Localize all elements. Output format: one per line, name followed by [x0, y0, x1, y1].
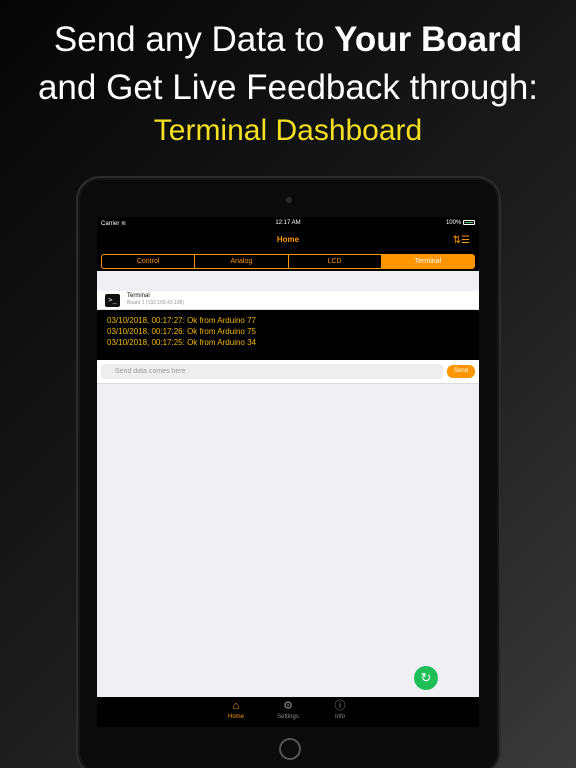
status-time: 12:17 AM — [275, 220, 301, 226]
info-icon: ⓘ — [334, 700, 346, 712]
sort-icon[interactable]: ⇅☰ — [453, 235, 470, 246]
tab-home[interactable]: ⌂ Home — [210, 697, 262, 727]
camera-dot — [286, 197, 292, 203]
home-hardware-button[interactable] — [279, 738, 301, 760]
tab-home-label: Home — [227, 714, 244, 720]
refresh-icon[interactable]: ↻ — [414, 666, 438, 690]
segment-terminal[interactable]: Terminal — [381, 255, 474, 268]
headline-line-2: and Get Live Feedback through: — [37, 68, 539, 107]
gear-icon: ⚙ — [283, 700, 293, 712]
tab-settings-label: Settings — [277, 714, 299, 720]
nav-title: Home — [276, 235, 300, 244]
terminal-line: 03/10/2018, 00:17:27: Ok from Arduino 77 — [107, 316, 256, 325]
send-data-input[interactable] — [101, 364, 443, 379]
tab-info[interactable]: ⓘ Info — [314, 697, 366, 727]
headline-line-1-text: Send any Data to — [53, 20, 335, 59]
navigation-bar: Home ⇅☰ — [97, 230, 479, 252]
segmented-control: Control Analog LCD Terminal — [101, 254, 475, 269]
segment-control[interactable]: Control — [102, 255, 196, 268]
board-subtitle: Board 1 (192.168.43.198) — [127, 300, 184, 306]
segment-lcd[interactable]: LCD — [289, 255, 382, 268]
battery-icon — [463, 220, 475, 226]
headline-line-3: Terminal Dashboard — [153, 114, 423, 147]
terminal-line: 03/10/2018, 00:17:26: Ok from Arduino 75 — [107, 327, 256, 336]
board-title: Terminal — [127, 293, 150, 299]
tab-info-label: Info — [334, 714, 345, 720]
headline-line-1: Send any Data to Your Board — [0, 18, 576, 62]
status-bar: Carrier ≋ 12:17 AM 100% — [97, 217, 479, 230]
send-row: Send — [97, 360, 479, 384]
terminal-line: 03/10/2018, 00:17:25: Ok from Arduino 34 — [107, 338, 256, 347]
board-header: >_ Terminal Board 1 (192.168.43.198) — [97, 291, 479, 310]
app-screen: Carrier ≋ 12:17 AM 100% Home ⇅☰ Control … — [97, 217, 479, 727]
segment-analog[interactable]: Analog — [195, 255, 289, 268]
tab-settings[interactable]: ⚙ Settings — [262, 697, 314, 727]
terminal-icon: >_ — [105, 293, 120, 307]
headline-line-1-bold: Your Board — [334, 20, 523, 59]
tab-bar: ⌂ Home ⚙ Settings ⓘ Info — [97, 697, 479, 727]
terminal-output: 03/10/2018, 00:17:27: Ok from Arduino 77… — [97, 310, 479, 360]
segment-bar: Control Analog LCD Terminal — [97, 252, 479, 271]
home-icon: ⌂ — [232, 700, 240, 712]
send-button[interactable]: Send — [447, 365, 475, 378]
